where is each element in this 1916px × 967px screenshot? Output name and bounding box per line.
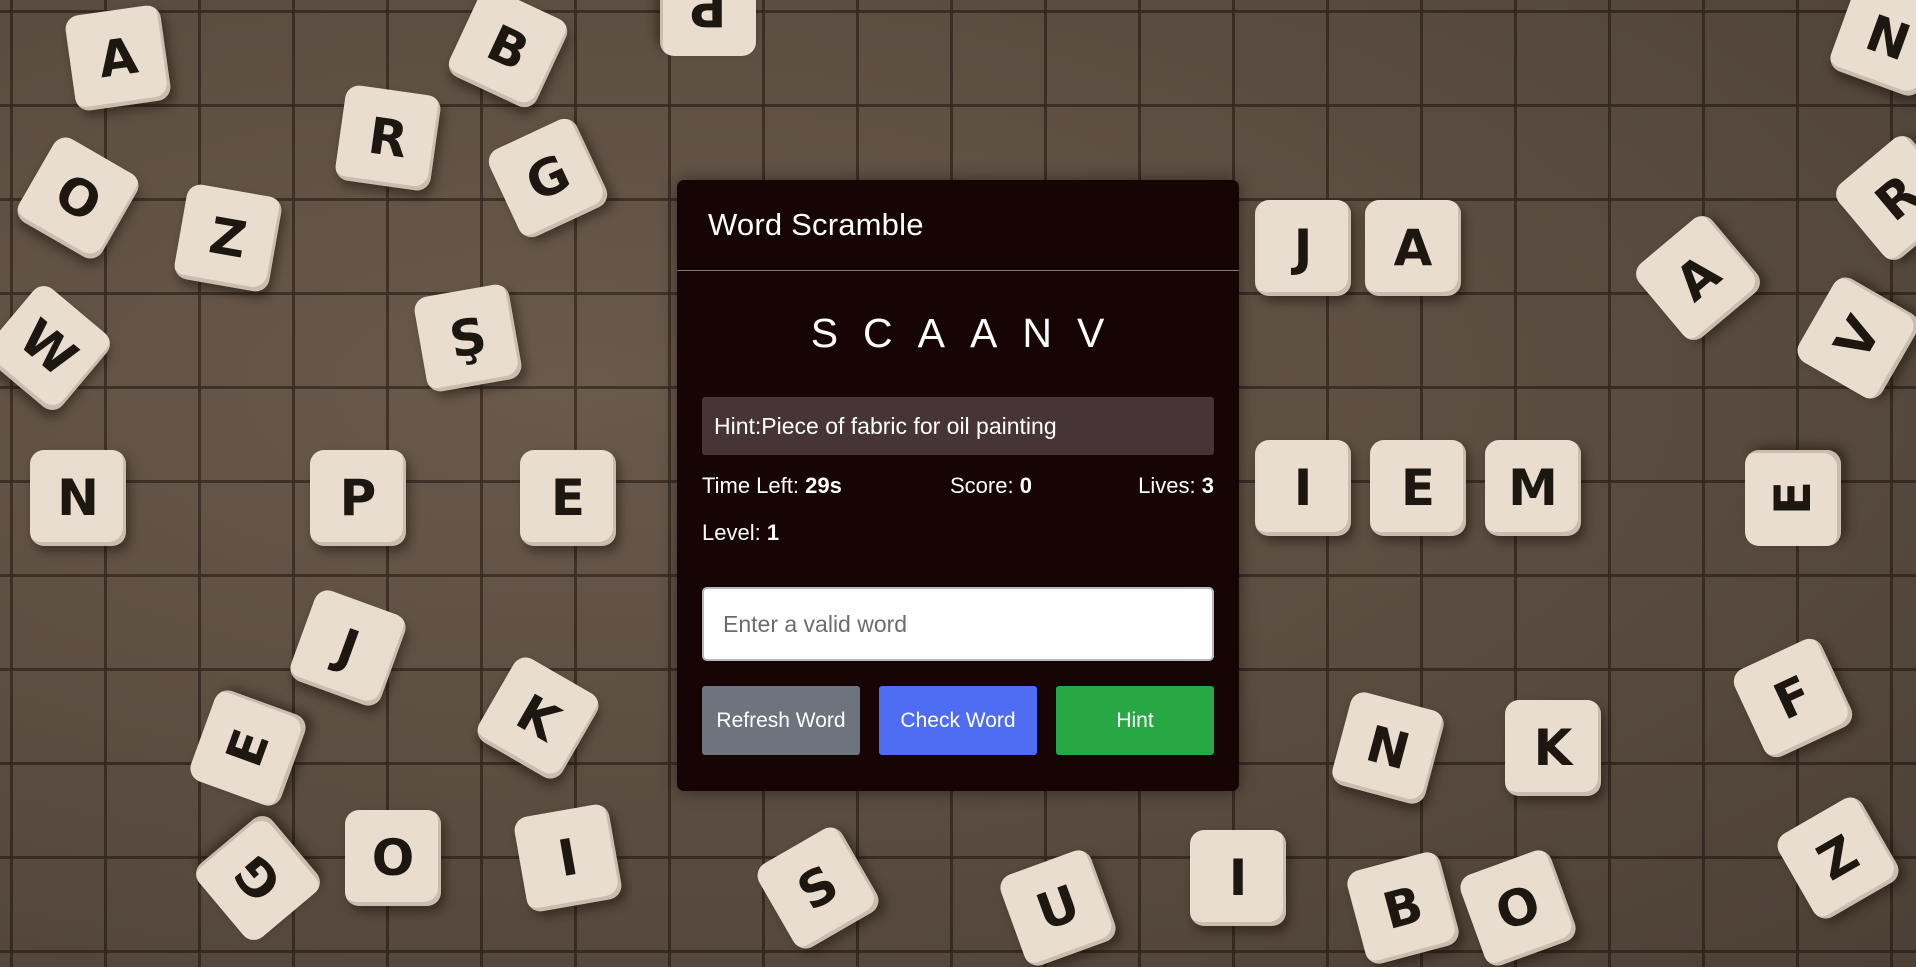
level: Level: 1 bbox=[702, 520, 779, 546]
letter-tile: I bbox=[512, 802, 624, 914]
letter-tile: B bbox=[444, 0, 572, 112]
score-label: Score: bbox=[950, 473, 1020, 498]
card-header: Word Scramble bbox=[677, 180, 1239, 271]
letter-tile: I bbox=[1255, 440, 1351, 536]
letter-tile: Ş bbox=[412, 282, 524, 394]
letter-tile: S bbox=[752, 822, 884, 954]
letter-tile: R bbox=[1830, 130, 1916, 266]
hint-box: Hint: Piece of fabric for oil painting bbox=[702, 397, 1214, 455]
game-title: Word Scramble bbox=[708, 207, 924, 242]
level-value: 1 bbox=[766, 520, 780, 545]
lives-value: 3 bbox=[1201, 473, 1214, 498]
letter-tile: R bbox=[333, 83, 443, 193]
score: Score: 0 bbox=[950, 473, 1032, 499]
lives: Lives: 3 bbox=[1138, 473, 1214, 499]
time-left-label: Time Left: bbox=[702, 473, 806, 498]
letter-tile: O bbox=[1456, 846, 1580, 967]
letter-tile: F bbox=[1729, 634, 1857, 762]
letter-tile: E bbox=[1370, 440, 1466, 536]
letter-tile: W bbox=[0, 280, 116, 416]
score-value: 0 bbox=[1019, 473, 1032, 498]
refresh-word-button[interactable]: Refresh Word bbox=[702, 686, 860, 755]
word-scramble-card: Word Scramble SCAANV Hint: Piece of fabr… bbox=[677, 180, 1239, 791]
letter-tile: Z bbox=[172, 182, 284, 294]
letter-tile: P bbox=[310, 450, 406, 546]
letter-tile: V bbox=[1792, 272, 1916, 404]
hint-text: Piece of fabric for oil painting bbox=[761, 412, 1057, 439]
letter-tile: N bbox=[1826, 0, 1916, 100]
time-left-value: 29s bbox=[805, 473, 842, 498]
check-word-button[interactable]: Check Word bbox=[879, 686, 1037, 755]
hint-button[interactable]: Hint bbox=[1056, 686, 1214, 755]
letter-tile: E bbox=[520, 450, 616, 546]
letter-tile: K bbox=[472, 652, 604, 784]
letter-tile: G bbox=[190, 810, 326, 946]
letter-tile: M bbox=[1485, 440, 1581, 536]
letter-tile: A bbox=[1365, 200, 1461, 296]
letter-tile: A bbox=[63, 3, 173, 113]
letter-tile: J bbox=[1255, 200, 1351, 296]
letter-tile: P bbox=[660, 0, 756, 56]
letter-tile: B bbox=[1344, 849, 1462, 967]
letter-tile: U bbox=[996, 846, 1120, 967]
time-left: Time Left: 29s bbox=[702, 473, 842, 499]
hint-prefix: Hint: bbox=[714, 412, 762, 439]
word-input[interactable] bbox=[702, 587, 1214, 661]
level-label: Level: bbox=[702, 520, 767, 545]
letter-tile: E bbox=[186, 686, 310, 810]
letter-tile: K bbox=[1505, 700, 1601, 796]
lives-label: Lives: bbox=[1138, 473, 1202, 498]
letter-tile: E bbox=[1745, 450, 1841, 546]
letter-tile: A bbox=[1630, 210, 1766, 346]
letter-tile: N bbox=[1329, 689, 1447, 807]
letter-tile: O bbox=[345, 810, 441, 906]
letter-tile: N bbox=[30, 450, 126, 546]
letter-tile: Z bbox=[1772, 792, 1904, 924]
scrambled-word: SCAANV bbox=[810, 310, 1130, 356]
letter-tile: J bbox=[286, 586, 410, 710]
letter-tile: O bbox=[12, 132, 144, 264]
letter-tile: G bbox=[484, 114, 612, 242]
letter-tile: I bbox=[1190, 830, 1286, 926]
